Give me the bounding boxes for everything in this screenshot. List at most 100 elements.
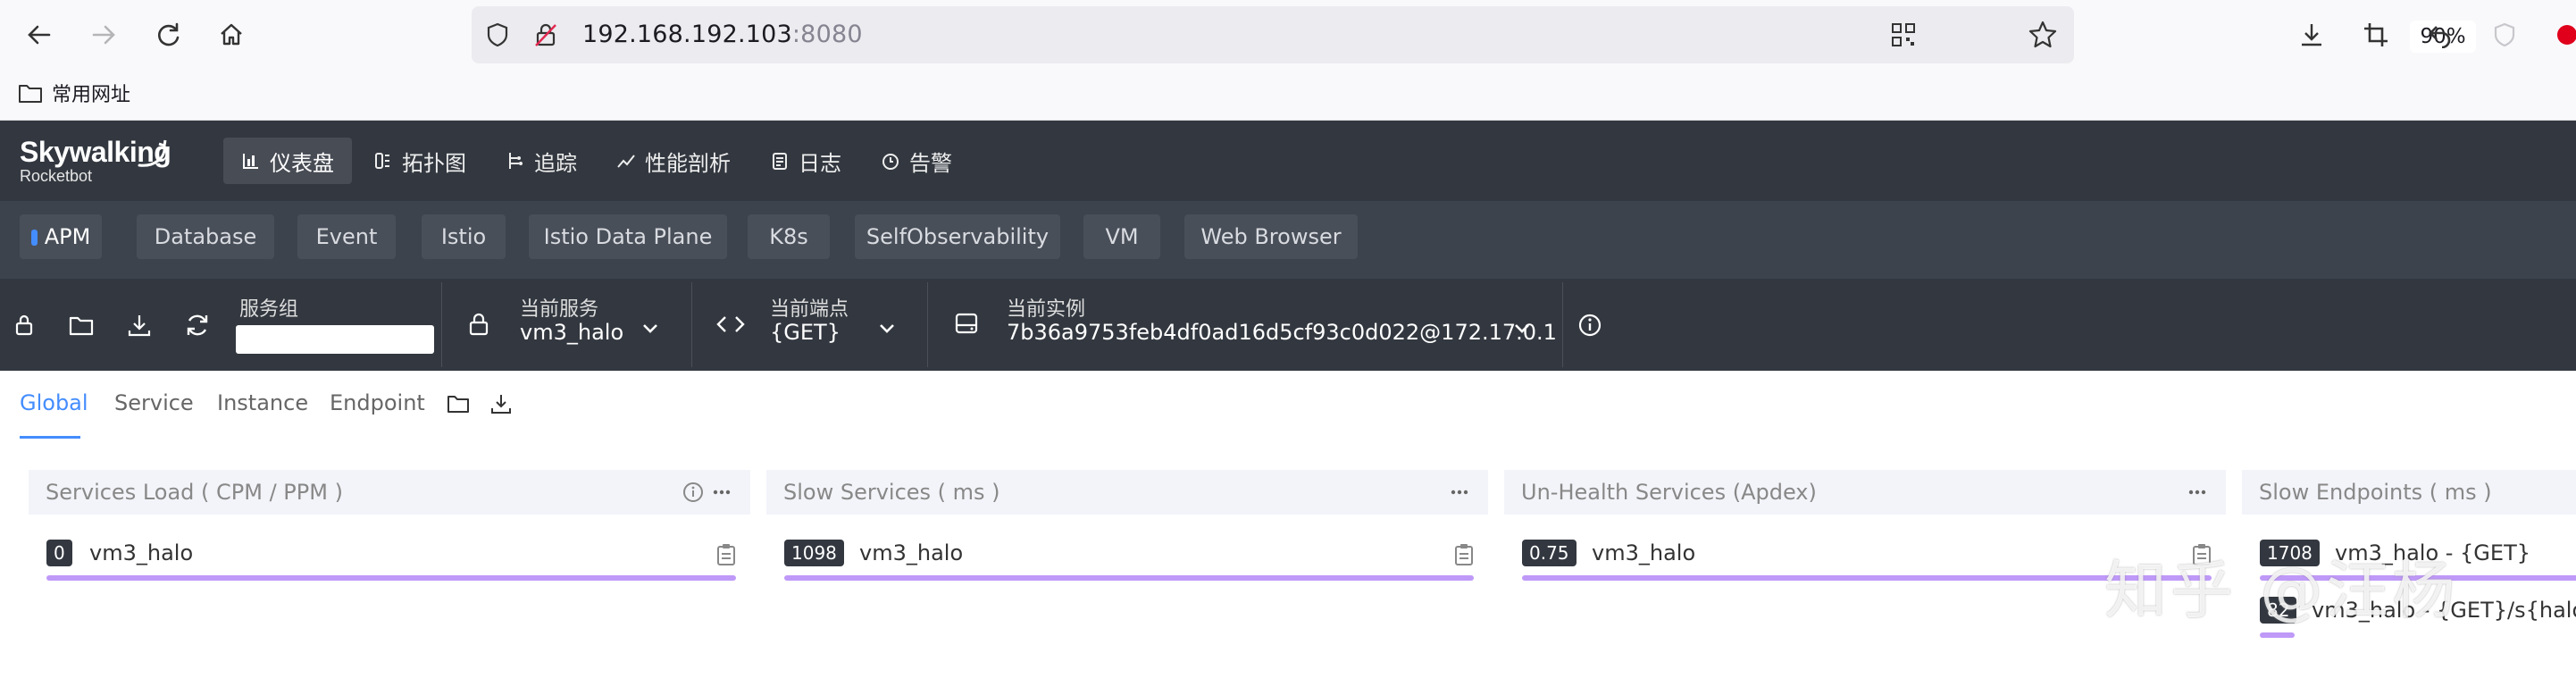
tab-service[interactable]: Service [114, 390, 194, 415]
widget-title: Slow Endpoints ( ms ) [2259, 480, 2492, 505]
dashboard-tabs: Global Service Instance Endpoint [0, 371, 2576, 440]
nav-trace[interactable]: 追踪 [488, 138, 595, 184]
layer-label: Istio [440, 224, 487, 249]
address-bar[interactable]: 192.168.192.103:8080 90% [472, 6, 2476, 63]
shield-extension-icon [2494, 22, 2515, 47]
widget-tools [1449, 481, 1470, 503]
trace-icon [509, 153, 523, 169]
chevron-down-icon[interactable] [1511, 317, 1533, 339]
layer-tab-selfobservability[interactable]: SelfObservability [855, 214, 1060, 259]
logo-sub: Rocketbot [20, 167, 93, 185]
clipboard-icon[interactable] [1454, 543, 1474, 566]
app-header: Skywalking Rocketbot 仪表盘 拓扑图 追踪 性能剖析 日志 … [0, 121, 2576, 201]
nav-dashboard[interactable]: 仪表盘 [223, 138, 352, 184]
layer-tab-apm[interactable]: APM [20, 214, 102, 259]
service-name: vm3_halo [89, 540, 194, 565]
folder-icon[interactable] [447, 393, 470, 414]
widget-tools [2187, 481, 2208, 503]
service-group-label: 服务组 [239, 298, 299, 321]
nav-label: 性能剖析 [645, 150, 731, 176]
reload-button[interactable] [148, 15, 188, 54]
insecure-lock-icon[interactable] [532, 21, 559, 48]
shield-icon[interactable] [484, 21, 511, 48]
widget-title: Slow Services ( ms ) [783, 480, 1000, 505]
layer-label: K8s [769, 224, 808, 249]
downloads-button[interactable] [2292, 15, 2331, 54]
clipboard-icon[interactable] [716, 543, 736, 566]
service-icon [469, 313, 489, 336]
instance-icon [955, 313, 978, 334]
lock-button[interactable] [9, 310, 39, 340]
tab-global[interactable]: Global [20, 390, 88, 415]
widget-header: Slow Endpoints ( ms ) [2242, 470, 2576, 515]
more-icon[interactable] [711, 481, 732, 503]
value-badge: 0.75 [1522, 540, 1577, 566]
info-icon[interactable] [682, 481, 704, 503]
tab-instance[interactable]: Instance [217, 390, 308, 415]
nav-label: 仪表盘 [270, 150, 334, 176]
back-button[interactable] [20, 15, 59, 54]
folder-icon [69, 316, 94, 336]
open-folder-button[interactable] [66, 310, 96, 340]
lock-icon [15, 314, 33, 336]
tab-endpoint[interactable]: Endpoint [330, 390, 425, 415]
profile-button[interactable] [2547, 15, 2576, 54]
undo-button[interactable] [2421, 15, 2460, 54]
layer-tab-vm[interactable]: VM [1083, 214, 1160, 259]
layer-tab-k8s[interactable]: K8s [748, 214, 830, 259]
chevron-down-icon[interactable] [640, 317, 661, 339]
chevron-down-icon[interactable] [876, 317, 898, 339]
layer-tab-istio-data-plane[interactable]: Istio Data Plane [529, 214, 727, 259]
layer-label: APM [44, 224, 91, 249]
forward-button[interactable] [84, 15, 123, 54]
info-icon[interactable] [1577, 313, 1602, 338]
layer-label: VM [1105, 224, 1139, 249]
progress-bar [46, 575, 736, 581]
service-select[interactable]: vm3_halo [520, 320, 623, 345]
download-icon[interactable] [489, 392, 513, 415]
service-group-input[interactable] [236, 325, 434, 354]
layer-tab-event[interactable]: Event [297, 214, 396, 259]
layer-tabs: APM Database Event Istio Istio Data Plan… [0, 201, 2576, 279]
red-dot-icon [2557, 25, 2576, 45]
more-icon[interactable] [2187, 481, 2208, 503]
crop-icon [2364, 23, 2388, 46]
download-icon [128, 315, 151, 337]
refresh-icon [187, 314, 208, 336]
qr-code-icon[interactable] [1891, 22, 1916, 47]
download-button[interactable] [124, 310, 155, 340]
progress-bar [784, 575, 1474, 581]
nav-alarm[interactable]: 告警 [863, 138, 970, 184]
bookmarks-bar: 常用网址 [0, 70, 2576, 121]
list-item[interactable]: 1098 vm3_halo [784, 531, 1474, 581]
logo-swoosh-icon [138, 139, 167, 167]
layer-tab-web-browser[interactable]: Web Browser [1184, 214, 1358, 259]
instance-select[interactable]: 7b36a9753feb4df0ad16d5cf93c0d022@172.17.… [1007, 320, 1557, 345]
extension-button[interactable] [2485, 15, 2524, 54]
home-icon [221, 23, 242, 46]
layer-label: Database [154, 224, 257, 249]
value-badge: 1098 [784, 540, 844, 566]
bookmark-star-icon[interactable] [2028, 20, 2058, 50]
nav-topology[interactable]: 拓扑图 [355, 138, 484, 184]
main-nav: 仪表盘 拓扑图 追踪 性能剖析 日志 告警 [223, 138, 970, 184]
dashboard-icon [243, 154, 258, 169]
refresh-button[interactable] [182, 310, 213, 340]
bookmark-folder[interactable]: 常用网址 [18, 79, 130, 107]
home-button[interactable] [212, 15, 251, 54]
list-item[interactable]: 0 vm3_halo [46, 531, 736, 581]
topology-icon [375, 153, 389, 169]
endpoint-select[interactable]: {GET} [770, 320, 841, 345]
screenshot-button[interactable] [2356, 15, 2396, 54]
download-icon [2302, 24, 2321, 46]
widget-slow-services: Slow Services ( ms ) 1098 vm3_halo [766, 470, 1488, 666]
layer-tab-database[interactable]: Database [137, 214, 274, 259]
divider [441, 282, 442, 367]
nav-profile[interactable]: 性能剖析 [598, 138, 749, 184]
divider [691, 282, 692, 367]
more-icon[interactable] [1449, 481, 1470, 503]
widget-header: Un-Health Services (Apdex) [1504, 470, 2226, 515]
nav-log[interactable]: 日志 [752, 138, 859, 184]
arrow-right-icon [92, 25, 115, 45]
layer-tab-istio[interactable]: Istio [422, 214, 506, 259]
